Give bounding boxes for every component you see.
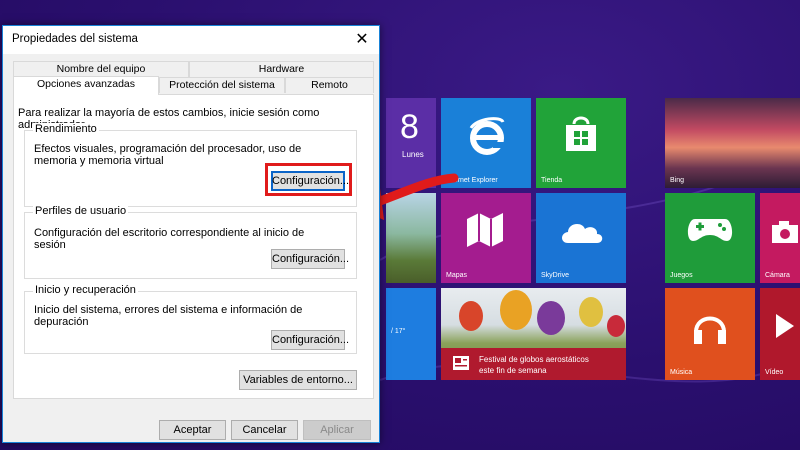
- tile-music[interactable]: Música: [665, 288, 755, 380]
- tile-label: Juegos: [670, 272, 693, 279]
- tile-bing[interactable]: Bing: [665, 98, 800, 188]
- tab-opciones-avanzadas[interactable]: Opciones avanzadas: [13, 76, 159, 95]
- group-description: Inicio del sistema, errores del sistema …: [34, 304, 303, 328]
- internet-explorer-icon: [469, 117, 505, 155]
- tile-video[interactable]: Vídeo: [760, 288, 800, 380]
- red-highlight-box: [265, 163, 352, 196]
- tile-label: Mapas: [446, 272, 468, 279]
- tab-remoto[interactable]: Remoto: [285, 77, 374, 93]
- environment-variables-button[interactable]: Variables de entorno...: [239, 370, 357, 390]
- title-bar[interactable]: Propiedades del sistema ✕: [3, 26, 379, 54]
- cloud-icon: [562, 223, 603, 243]
- news-band: Festival de globos aerostáticos este fin…: [441, 348, 626, 380]
- dialog-title: Propiedades del sistema: [12, 33, 138, 45]
- cancel-button[interactable]: Cancelar: [231, 420, 298, 440]
- calendar-day: 8: [400, 108, 419, 146]
- balloons-image: [459, 290, 625, 337]
- play-icon: [776, 314, 794, 338]
- perfiles-settings-button[interactable]: Configuración...: [271, 249, 349, 269]
- apply-button: Aplicar: [303, 420, 371, 440]
- tile-weather[interactable]: / 17°: [386, 288, 436, 380]
- calendar-dayname: Lunes: [402, 150, 424, 159]
- close-icon[interactable]: ✕: [353, 31, 371, 49]
- tile-camera[interactable]: Cámara: [760, 193, 800, 283]
- headphones-icon: [694, 316, 726, 344]
- festival-line1: Festival de globos aerostáticos: [479, 355, 589, 364]
- tile-label: SkyDrive: [541, 272, 570, 279]
- tile-label: Cámara: [765, 272, 790, 279]
- store-bag-icon: [566, 116, 596, 151]
- festival-text: Festival de globos aerostáticos este fin…: [479, 354, 589, 376]
- news-icon: [453, 356, 469, 370]
- tile-store[interactable]: Tienda: [536, 98, 626, 188]
- group-title: Inicio y recuperación: [33, 284, 138, 296]
- tile-label: Vídeo: [765, 369, 784, 376]
- tile-label: Música: [670, 369, 693, 376]
- festival-line2: este fin de semana: [479, 366, 547, 375]
- tab-hardware[interactable]: Hardware: [189, 61, 374, 77]
- ok-button[interactable]: Aceptar: [159, 420, 226, 440]
- inicio-settings-button[interactable]: Configuración...: [271, 330, 349, 350]
- system-properties-dialog: Propiedades del sistema ✕ Nombre del equ…: [2, 25, 380, 443]
- game-controller-icon: [687, 219, 733, 241]
- camera-icon: [772, 221, 798, 243]
- tile-label: Bing: [670, 177, 685, 184]
- tab-nombre-del-equipo[interactable]: Nombre del equipo: [13, 61, 189, 77]
- map-icon: [467, 213, 503, 247]
- group-title: Perfiles de usuario: [33, 205, 129, 217]
- tile-games[interactable]: Juegos: [665, 193, 755, 283]
- tile-label: Tienda: [541, 177, 563, 184]
- weather-temp: / 17°: [391, 328, 406, 335]
- tile-skydrive[interactable]: SkyDrive: [536, 193, 626, 283]
- group-description: Configuración del escritorio correspondi…: [34, 227, 305, 251]
- group-title: Rendimiento: [33, 123, 99, 135]
- tab-proteccion-del-sistema[interactable]: Protección del sistema: [159, 77, 285, 93]
- tile-news-festival[interactable]: Festival de globos aerostáticos este fin…: [441, 288, 626, 380]
